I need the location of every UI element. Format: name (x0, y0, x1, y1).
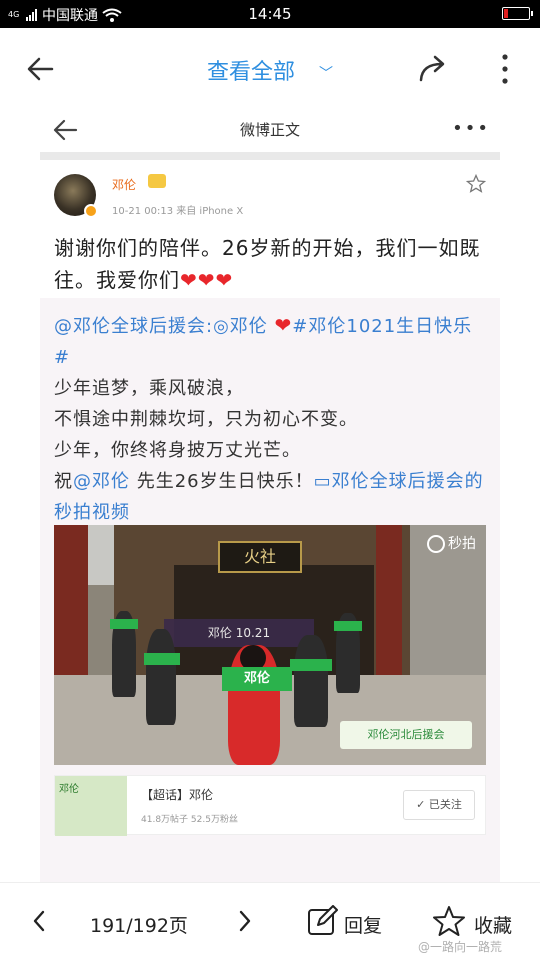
divider (40, 152, 500, 160)
chevron-down-icon: ﹀ (319, 66, 333, 82)
topic-thumb-text: 邓伦 (59, 784, 79, 795)
vertical-dots-icon[interactable] (500, 52, 510, 86)
video-banner: 邓伦 10.21 (164, 619, 314, 647)
page-indicator[interactable]: 191/192页 (90, 911, 188, 938)
repost-text: @邓伦全球后援会:◎邓伦 ❤#邓伦1021生日快乐# 少年追梦，乘风破浪， 不惧… (54, 310, 484, 528)
status-bar: 4G 中国联通 14:45 (0, 0, 540, 28)
heart-icon: ❤ (274, 313, 293, 337)
reposted-content: @邓伦全球后援会:◎邓伦 ❤#邓伦1021生日快乐# 少年追梦，乘风破浪， 不惧… (40, 298, 500, 882)
share-arrow-icon[interactable] (416, 52, 450, 86)
chevron-left-icon[interactable] (30, 909, 48, 933)
follow-button: ✓ 已关注 (403, 790, 475, 820)
repost-line-5-mid: 先生26岁生日快乐！ (130, 471, 314, 492)
topic-thumbnail: 邓伦 (55, 776, 127, 836)
video-sign: 火社 (218, 541, 302, 573)
view-all-dropdown[interactable]: 查看全部 ﹀ (0, 54, 540, 86)
app-bar: 查看全部 ﹀ (0, 28, 540, 110)
inner-more-icon: ••• (452, 118, 490, 139)
play-circle-icon (427, 535, 445, 553)
verified-badge-icon (84, 204, 98, 218)
repost-line-5-pre: 祝 (54, 471, 73, 492)
post-screenshot: 微博正文 ••• 邓伦 10-21 00:13 来自 iPhone X 谢谢你们… (40, 110, 500, 932)
video-thumbnail: 火社 邓伦 10.21 邓伦 秒拍 邓伦河北后援会 (54, 525, 486, 765)
favorite-button[interactable]: 收藏 (474, 911, 512, 938)
video-green-scarf (334, 621, 362, 631)
page-title: 查看全部 (206, 60, 295, 85)
vip-crown-icon (148, 174, 166, 188)
topic-stats: 41.8万帖子 52.5万粉丝 (141, 815, 238, 825)
video-green-scarf (110, 619, 138, 629)
mention-link: ◎邓伦 (213, 316, 268, 337)
miaopai-logo: 秒拍 (427, 533, 476, 553)
post-meta: 10-21 00:13 来自 iPhone X (112, 206, 244, 217)
video-pillar-right (376, 525, 402, 695)
star-outline-icon[interactable] (432, 905, 466, 937)
video-green-banner: 邓伦 (222, 667, 292, 691)
repost-line-4: 少年，你终将身披万丈光芒。 (54, 440, 301, 461)
inner-header: 微博正文 ••• (40, 110, 500, 152)
weibo-post: 邓伦 10-21 00:13 来自 iPhone X 谢谢你们的陪伴。26岁新的… (40, 160, 500, 932)
topic-card: 邓伦 【超话】邓伦 41.8万帖子 52.5万粉丝 ✓ 已关注 (54, 775, 486, 836)
post-text: 谢谢你们的陪伴。26岁新的开始，我们一如既往。我爱你们❤❤❤ (54, 232, 490, 296)
star-icon (466, 174, 486, 193)
post-body: 谢谢你们的陪伴。26岁新的开始，我们一如既往。我爱你们 (54, 236, 481, 292)
clock: 14:45 (248, 5, 292, 23)
edit-icon[interactable] (306, 905, 338, 937)
video-tag: 邓伦河北后援会 (340, 721, 472, 749)
watermark: @一路向一路荒 (418, 940, 503, 954)
repost-line-2: 少年追梦，乘风破浪， (54, 378, 244, 399)
video-logo-text: 秒拍 (448, 536, 476, 552)
chevron-right-icon[interactable] (236, 909, 254, 933)
video-green-scarf (144, 653, 180, 665)
video-person (294, 635, 328, 727)
repost-author-link: @邓伦全球后援会 (54, 316, 206, 337)
video-person (146, 629, 176, 725)
reply-button[interactable]: 回复 (344, 911, 382, 938)
topic-name: 【超话】邓伦 (141, 788, 214, 802)
video-green-scarf (290, 659, 332, 671)
battery-icon (502, 7, 533, 20)
heart-icons: ❤❤❤ (180, 268, 234, 292)
video-pillar-left (54, 525, 88, 695)
mention-link-2: @邓伦 (73, 471, 130, 492)
username: 邓伦 (112, 178, 137, 192)
inner-title: 微博正文 (239, 121, 300, 139)
repost-line-3: 不惧途中荆棘坎坷，只为初心不变。 (54, 409, 358, 430)
